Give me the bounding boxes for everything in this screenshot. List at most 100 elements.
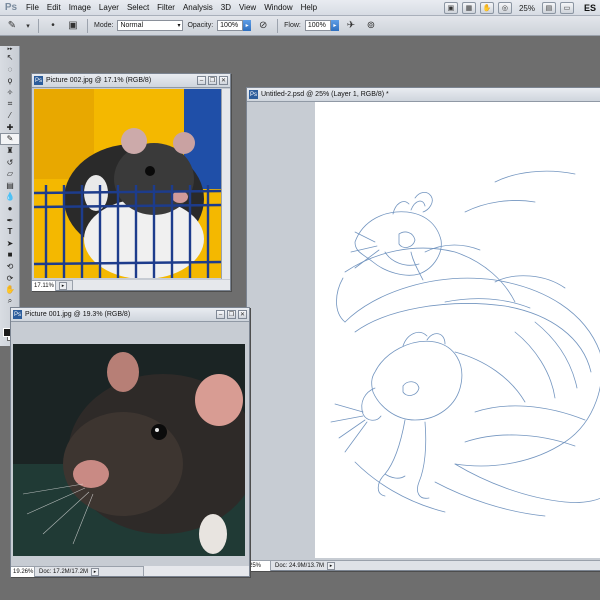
mini-bridge-icon[interactable]: ▦ — [461, 2, 476, 14]
ps-document-icon: Ps — [249, 90, 258, 99]
mode-label: Mode: — [94, 22, 114, 29]
menu-view[interactable]: View — [235, 3, 260, 12]
horizontal-scrollbar[interactable] — [72, 280, 230, 290]
brush-panel-icon[interactable]: ▣ — [65, 19, 81, 33]
separator — [38, 18, 39, 33]
arrange-icon[interactable]: ▤ — [541, 2, 556, 14]
gradient-icon[interactable]: ▤ — [0, 180, 20, 192]
mode-value: Normal — [120, 22, 144, 29]
opacity-label: Opacity: — [187, 22, 214, 29]
healing-icon[interactable]: ✚ — [0, 122, 20, 134]
photoshop-logo: Ps — [4, 2, 18, 13]
brush-icon[interactable]: ✎ — [0, 133, 20, 145]
hand-view-icon[interactable]: ✋ — [479, 2, 494, 14]
vertical-scrollbar[interactable] — [221, 89, 230, 279]
hand-icon[interactable]: ✋ — [0, 284, 20, 296]
zoom-field[interactable]: 25% — [247, 560, 271, 571]
menu-select[interactable]: Select — [123, 3, 153, 12]
photo-canvas[interactable] — [13, 344, 245, 556]
separator — [277, 18, 279, 33]
zoom-view-icon[interactable]: ◎ — [497, 2, 512, 14]
canvas-area[interactable] — [247, 102, 600, 560]
brush-preset-icon[interactable]: ✎ — [4, 19, 20, 33]
menu-window[interactable]: Window — [260, 3, 296, 12]
pen-icon[interactable]: ✒ — [0, 214, 20, 226]
menu-3d[interactable]: 3D — [217, 3, 235, 12]
document-window-picture001[interactable]: Ps Picture 001.jpg @ 19.3% (RGB/8) – ❐ ✕ — [10, 307, 250, 577]
document-window-untitled2[interactable]: Ps Untitled-2.psd @ 25% (Layer 1, RGB/8)… — [246, 87, 600, 571]
close-icon[interactable]: ✕ — [219, 76, 228, 85]
crop-icon[interactable]: ⌗ — [0, 98, 20, 110]
options-bar: ✎ ▾ • ▣ Mode: Normal ▾ Opacity: 100% ▸ ⊘… — [0, 16, 600, 36]
close-icon[interactable]: ✕ — [238, 310, 247, 319]
flow-label: Flow: — [284, 22, 301, 29]
menu-analysis[interactable]: Analysis — [179, 3, 217, 12]
workspace-switcher[interactable]: ES — [584, 3, 596, 13]
minimize-icon[interactable]: – — [197, 76, 206, 85]
horizontal-scrollbar[interactable] — [143, 566, 249, 576]
window-title-bar[interactable]: Ps Picture 001.jpg @ 19.3% (RGB/8) – ❐ ✕ — [11, 308, 249, 322]
marquee-icon[interactable]: ◌ — [0, 64, 20, 76]
menu-layer[interactable]: Layer — [95, 3, 123, 12]
mode-select[interactable]: Normal ▾ — [117, 20, 184, 31]
lasso-icon[interactable]: ϙ — [0, 75, 20, 87]
status-menu-arrow-icon[interactable]: ▸ — [327, 561, 336, 570]
screen-mode-icon[interactable]: ▭ — [559, 2, 574, 14]
window-controls: – ❐ ✕ — [216, 310, 247, 319]
chevron-down-icon: ▾ — [177, 23, 181, 29]
restore-icon[interactable]: ❐ — [227, 310, 236, 319]
rat-sketch-drawing — [330, 170, 600, 517]
opacity-field[interactable]: 100% — [217, 20, 244, 31]
doc-size: Doc: 24.9M/13.7M — [275, 562, 325, 569]
quick-select-icon[interactable]: ✧ — [0, 87, 20, 99]
menu-file[interactable]: File — [22, 3, 43, 12]
status-menu-arrow-icon[interactable]: ▸ — [91, 567, 100, 576]
eraser-icon[interactable]: ▱ — [0, 168, 20, 180]
flow-field[interactable]: 100% — [304, 20, 331, 31]
restore-icon[interactable]: ❐ — [208, 76, 217, 85]
blur-icon[interactable]: 💧 — [0, 191, 20, 203]
flow-slider-toggle-icon[interactable]: ▸ — [330, 20, 339, 31]
history-brush-icon[interactable]: ↺ — [0, 156, 20, 168]
opacity-slider-toggle-icon[interactable]: ▸ — [243, 20, 252, 31]
rat-in-cage-photo — [34, 89, 222, 278]
shape-icon[interactable]: ■ — [0, 249, 20, 261]
pressure-opacity-icon[interactable]: ⊘ — [255, 19, 271, 33]
pressure-size-icon[interactable]: ⊚ — [363, 19, 379, 33]
type-icon[interactable]: T — [0, 226, 20, 238]
zoom-icon[interactable]: ⌕ — [0, 295, 20, 307]
menu-edit[interactable]: Edit — [43, 3, 65, 12]
menu-filter[interactable]: Filter — [153, 3, 179, 12]
clone-stamp-icon[interactable]: ♜ — [0, 145, 20, 157]
window-title: Untitled-2.psd @ 25% (Layer 1, RGB/8) * — [261, 91, 389, 98]
path-select-icon[interactable]: ➤ — [0, 238, 20, 250]
window-title-bar[interactable]: Ps Untitled-2.psd @ 25% (Layer 1, RGB/8)… — [247, 88, 600, 102]
window-controls: – ❐ ✕ — [197, 76, 228, 85]
zoom-field[interactable]: 19.26% — [11, 566, 35, 577]
zoom-field[interactable]: 17.11% — [32, 280, 56, 291]
3d-rotate-icon[interactable]: ⟲ — [0, 261, 20, 273]
chevron-down-icon[interactable]: ▾ — [24, 19, 32, 33]
window-title: Picture 002.jpg @ 17.1% (RGB/8) — [46, 77, 152, 84]
status-menu-arrow-icon[interactable]: ▸ — [59, 281, 67, 290]
sketch-canvas[interactable] — [315, 102, 600, 558]
bridge-icon[interactable]: ▣ — [443, 2, 458, 14]
document-window-picture002[interactable]: Ps Picture 002.jpg @ 17.1% (RGB/8) – ❐ ✕ — [31, 73, 231, 291]
eyedropper-icon[interactable]: ⁄ — [0, 110, 20, 122]
status-bar: 17.11% ▸ — [32, 280, 230, 291]
menu-help[interactable]: Help — [297, 3, 321, 12]
toolbox: ▸▸ ↖ ◌ ϙ ✧ ⌗ ⁄ ✚ ✎ ♜ ↺ ▱ ▤ 💧 ● ✒ T ➤ ■ ⟲… — [0, 46, 20, 346]
doc-size: Doc: 17.2M/17.2M — [39, 568, 89, 575]
brush-size-icon[interactable]: • — [45, 19, 61, 33]
photo-canvas[interactable] — [34, 89, 222, 278]
separator — [87, 18, 88, 33]
move-icon[interactable]: ↖ — [0, 52, 20, 64]
window-title-bar[interactable]: Ps Picture 002.jpg @ 17.1% (RGB/8) – ❐ ✕ — [32, 74, 230, 88]
status-bar: 25% Doc: 24.9M/13.7M ▸ — [247, 560, 600, 571]
3d-camera-icon[interactable]: ⟳ — [0, 272, 20, 284]
menu-image[interactable]: Image — [65, 3, 95, 12]
dodge-icon[interactable]: ● — [0, 203, 20, 215]
minimize-icon[interactable]: – — [216, 310, 225, 319]
airbrush-icon[interactable]: ✈ — [343, 19, 359, 33]
zoom-level[interactable]: 25% — [516, 4, 538, 13]
